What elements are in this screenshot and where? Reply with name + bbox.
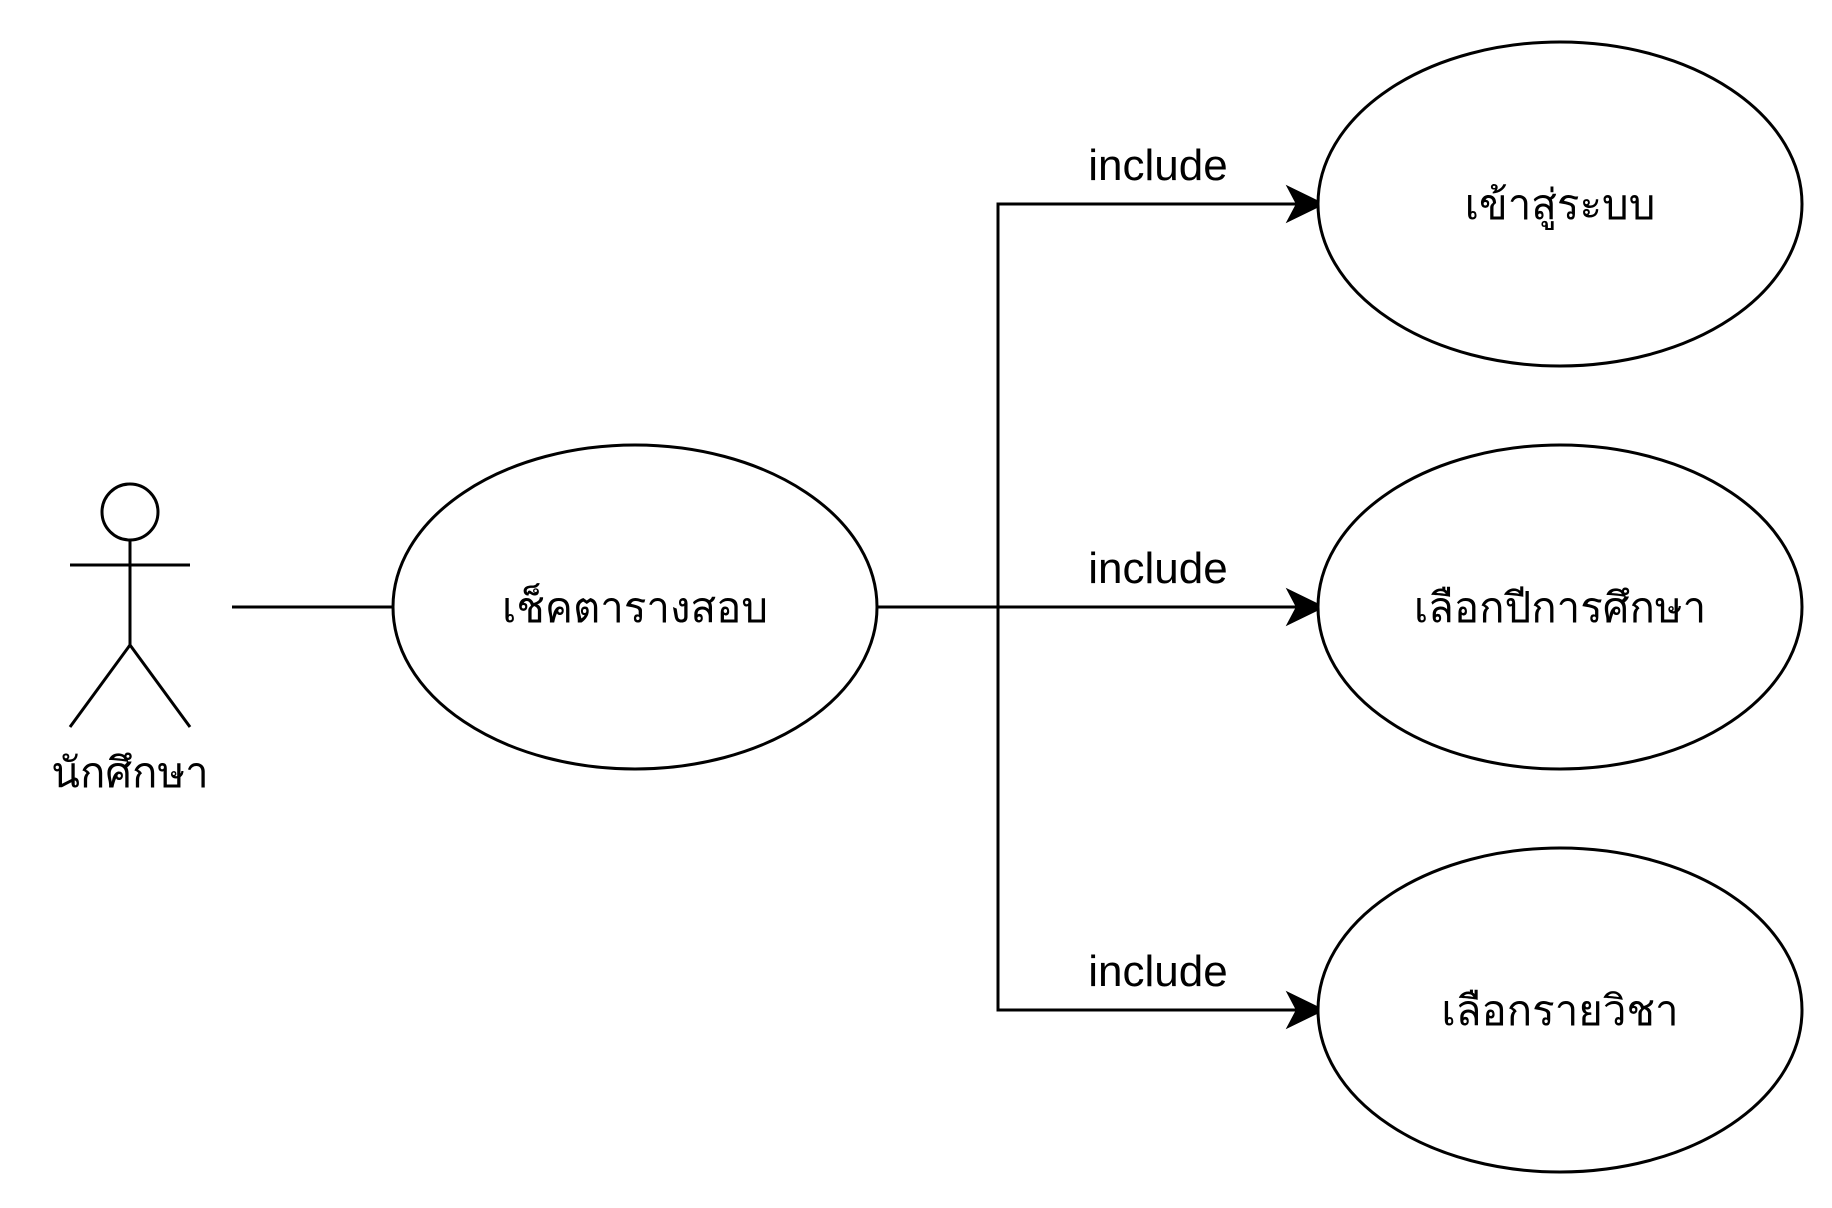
- stick-figure-icon: [68, 482, 192, 728]
- use-case-select-subject[interactable]: เลือกรายวิชา: [1316, 846, 1804, 1174]
- use-case-label: เลือกปีการศึกษา: [1414, 583, 1706, 632]
- use-case-login[interactable]: เข้าสู่ระบบ: [1316, 40, 1804, 368]
- actor-student[interactable]: นักศึกษา: [51, 482, 209, 797]
- use-case-label: เช็คตารางสอบ: [502, 583, 768, 632]
- include-label-subject: include: [1088, 947, 1227, 996]
- actor-label: นักศึกษา: [51, 748, 209, 797]
- include-label-login: include: [1088, 141, 1227, 190]
- use-case-label: เลือกรายวิชา: [1441, 986, 1678, 1035]
- include-connectors: [878, 202, 1298, 1012]
- use-case-label: เข้าสู่ระบบ: [1465, 180, 1656, 230]
- use-case-check-exam-schedule[interactable]: เช็คตารางสอบ: [391, 443, 879, 771]
- use-case-diagram: นักศึกษา include include include เช็คตาร…: [51, 40, 1804, 1174]
- include-label-year: include: [1088, 544, 1227, 593]
- use-case-select-year[interactable]: เลือกปีการศึกษา: [1316, 443, 1804, 771]
